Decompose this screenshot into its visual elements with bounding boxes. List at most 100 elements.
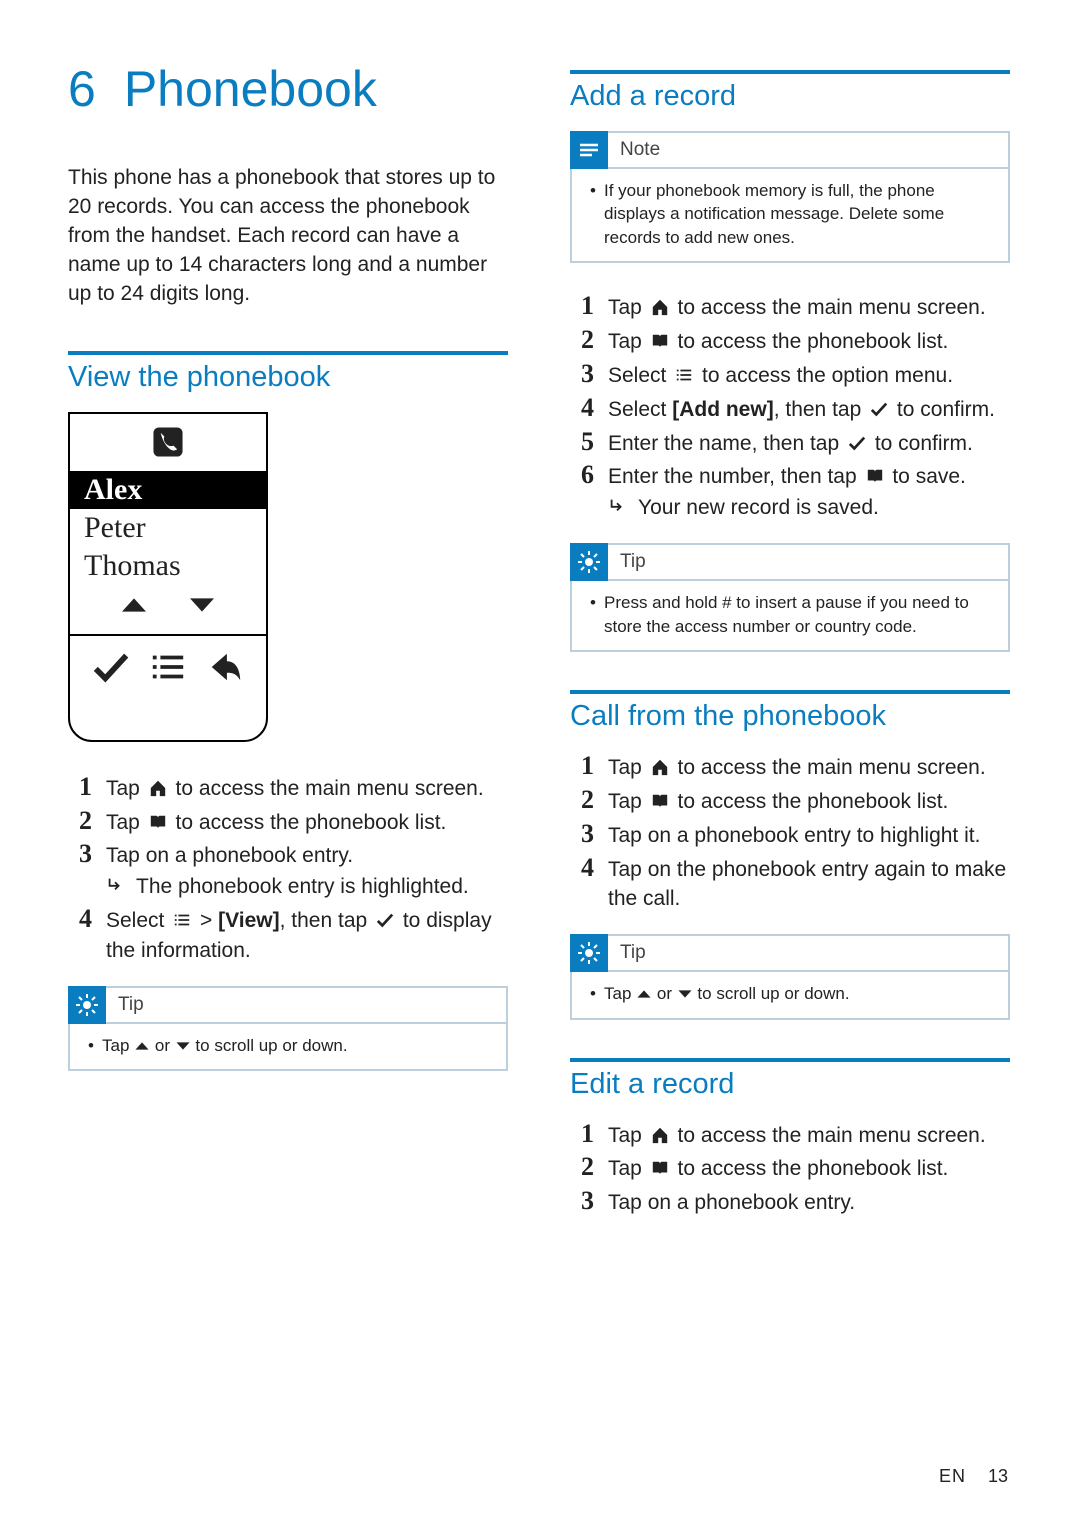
list-icon [147,648,189,691]
section-edit: Edit a record 1 Tap to access the main m… [570,1058,1010,1218]
step-number: 1 [570,291,594,321]
step-number: 5 [570,427,594,457]
step-text: Tap to access the phonebook list. [608,1154,1010,1184]
up-arrow-icon [117,593,151,622]
tip-text: Tap or to scroll up or down. [88,1034,488,1057]
view-steps: 1 Tap to access the main menu screen. 2 … [68,772,508,966]
list-icon [172,911,192,929]
diagram-entry-selected: Alex [70,471,266,509]
step-text: Tap to access the main menu screen. [608,753,1010,783]
down-arrow-icon [677,987,693,1001]
step-text: Select [Add new], then tap to confirm. [608,395,1010,425]
home-icon [650,298,670,316]
check-icon [375,911,395,929]
up-arrow-icon [636,987,652,1001]
diagram-header-icon [70,414,266,471]
tip-text: Tap or to scroll up or down. [590,982,990,1005]
step-number: 1 [570,1119,594,1149]
step-number: 2 [570,785,594,815]
footer-lang: EN [939,1466,966,1487]
check-icon [869,400,889,418]
section-title-edit: Edit a record [570,1068,1010,1101]
home-icon [650,758,670,776]
up-arrow-icon [134,1039,150,1053]
section-rule [570,70,1010,74]
diagram-entry: Thomas [70,547,266,585]
section-rule [570,1058,1010,1062]
tip-text: Press and hold # to insert a pause if yo… [590,591,990,638]
section-rule [68,351,508,355]
down-arrow-icon [185,593,219,622]
chapter-title: 6 Phonebook [68,60,508,118]
home-icon [148,779,168,797]
section-call: Call from the phonebook 1 Tap to access … [570,690,1010,1020]
tip-box: Tip Tap or to scroll up or down. [570,934,1010,1019]
check-icon [847,434,867,452]
step-number: 4 [68,904,92,934]
home-icon [650,1126,670,1144]
tip-box: Tip Tap or to scroll up or down. [68,986,508,1071]
step-number: 3 [68,839,92,869]
intro-paragraph: This phone has a phonebook that stores u… [68,164,508,309]
check-icon [90,648,132,691]
tip-label: Tip [118,994,144,1016]
tip-label: Tip [620,942,646,964]
step-number: 3 [570,359,594,389]
phonebook-icon [650,792,670,810]
section-title-call: Call from the phonebook [570,700,1010,733]
page-footer: EN 13 [939,1466,1008,1487]
chapter-text: Phonebook [124,60,377,118]
column-left: 6 Phonebook This phone has a phonebook t… [68,60,508,1256]
section-rule [570,690,1010,694]
tip-icon [68,986,106,1024]
step-text: Enter the name, then tap to confirm. [608,429,1010,459]
tip-box: Tip Press and hold # to insert a pause i… [570,543,1010,652]
step-number: 1 [570,751,594,781]
section-view: View the phonebook Alex Peter Thomas [68,351,508,1071]
down-arrow-icon [175,1039,191,1053]
back-icon [204,648,246,691]
step-number: 4 [570,853,594,883]
step-text: Select to access the option menu. [608,361,1010,391]
note-icon [570,131,608,169]
phone-diagram: Alex Peter Thomas [68,412,268,742]
step-text: Tap to access the main menu screen. [608,1121,1010,1151]
call-steps: 1 Tap to access the main menu screen. 2 … [570,751,1010,914]
step-text: Tap on the phonebook entry again to make… [608,855,1010,915]
step-text: Enter the number, then tap to save. Your… [608,462,1010,523]
tip-icon [570,934,608,972]
edit-steps: 1 Tap to access the main menu screen. 2 … [570,1119,1010,1218]
section-add: Add a record Note If your phonebook memo… [570,70,1010,652]
step-text: Select > [View], then tap to display the… [106,906,508,966]
step-text: Tap to access the phonebook list. [106,808,508,838]
step-number: 6 [570,460,594,490]
diagram-entry: Peter [70,509,266,547]
step-number: 3 [570,1186,594,1216]
result-text: Your new record is saved. [638,494,879,523]
phonebook-icon [148,813,168,831]
phonebook-icon [650,1159,670,1177]
list-icon [674,366,694,384]
step-text: Tap on a phonebook entry to highlight it… [608,821,1010,851]
note-box: Note If your phonebook memory is full, t… [570,131,1010,263]
result-arrow-icon [106,873,126,902]
note-text: If your phonebook memory is full, the ph… [590,179,990,249]
step-number: 2 [570,1152,594,1182]
step-text: Tap to access the main menu screen. [608,293,1010,323]
result-text: The phonebook entry is highlighted. [136,873,469,902]
step-number: 2 [68,806,92,836]
chapter-number: 6 [68,60,96,118]
step-number: 2 [570,325,594,355]
footer-page: 13 [988,1466,1008,1487]
step-number: 3 [570,819,594,849]
step-number: 1 [68,772,92,802]
phonebook-icon [650,332,670,350]
note-label: Note [620,139,660,161]
tip-label: Tip [620,551,646,573]
step-text: Tap to access the phonebook list. [608,787,1010,817]
tip-icon [570,543,608,581]
section-title-add: Add a record [570,80,1010,113]
step-text: Tap on a phonebook entry. [608,1188,1010,1218]
step-text: Tap to access the main menu screen. [106,774,508,804]
step-number: 4 [570,393,594,423]
